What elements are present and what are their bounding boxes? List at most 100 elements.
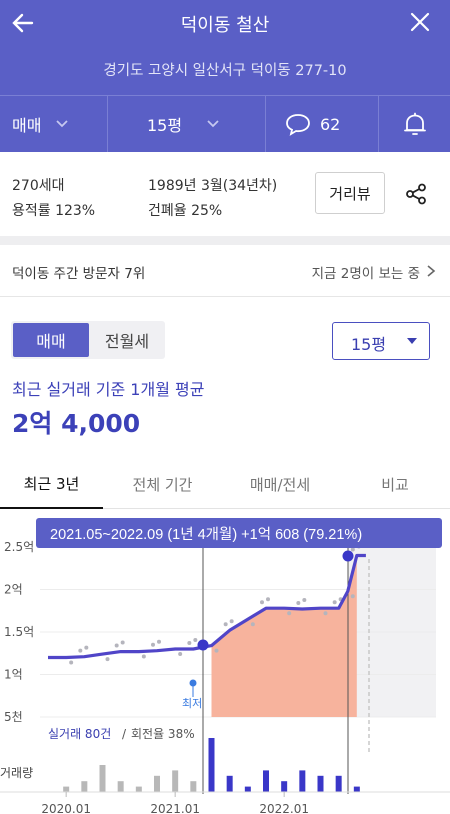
range-tooltip-text: 2021.05~2022.09 (1년 4개월) +1억 608 (79.21%…	[50, 526, 362, 543]
trade-dot	[84, 645, 89, 650]
trade-dot	[214, 648, 219, 653]
area-dropdown[interactable]: 15평	[332, 322, 430, 360]
min-label: 최저	[182, 697, 202, 710]
complex-info: 270세대 용적률 123% 1989년 3월(34년차) 건폐율 25% 거리…	[0, 152, 450, 236]
trade-dot	[260, 600, 264, 605]
trade-dot	[78, 648, 83, 653]
trade-dot	[287, 611, 292, 616]
volume-bar	[190, 781, 197, 792]
chevron-down-icon	[56, 120, 69, 128]
trade-dot	[114, 643, 119, 648]
segment-rent[interactable]: 전월세	[91, 323, 163, 357]
volume-bar	[263, 770, 269, 792]
bell-icon	[404, 112, 426, 135]
x-tick-label: 2020.01	[41, 802, 91, 814]
chevron-right-icon	[427, 265, 436, 277]
end-point	[342, 550, 354, 562]
trade-count: 실거래 80건	[48, 727, 111, 741]
y-tick-label: 5천	[4, 709, 23, 724]
volume-bar	[135, 786, 142, 792]
street-view-button[interactable]: 거리뷰	[315, 172, 385, 214]
visitor-row[interactable]: 덕이동 주간 방문자 7위 지금 2명이 보는 중	[0, 245, 450, 297]
period-tabs: 최근 3년 전체 기간 매매/전세 비교	[0, 459, 450, 509]
households: 270세대	[12, 178, 65, 194]
page-title: 덕이동 철산	[180, 15, 270, 36]
volume-bar	[317, 775, 324, 792]
tab-recent-3y[interactable]: 최근 3년	[0, 459, 103, 509]
price-chart[interactable]: 2.5억 2억 1.5억 1억 5천 최저 2021.05~2022.09 (1년 4개…	[0, 509, 450, 814]
separator	[378, 95, 379, 152]
comment-count: 62	[320, 114, 341, 134]
close-icon[interactable]	[408, 10, 432, 34]
trade-dot	[105, 657, 110, 662]
trade-dot	[193, 638, 198, 642]
caret-down-icon	[407, 338, 417, 344]
section-gap	[0, 236, 450, 245]
trade-dot	[141, 654, 146, 659]
separator	[107, 95, 108, 152]
volume-bar	[172, 770, 179, 792]
volume-bars	[63, 738, 360, 792]
tab-compare[interactable]: 비교	[345, 459, 445, 509]
notification-button[interactable]	[401, 96, 431, 152]
volume-bar	[208, 738, 215, 792]
x-tick-label: 2021.01	[150, 802, 200, 814]
trade-dot	[266, 597, 270, 602]
volume-bar	[299, 770, 306, 792]
viewing-now: 지금 2명이 보는 중	[311, 266, 420, 282]
min-marker-dot	[189, 679, 197, 687]
separator	[265, 95, 266, 152]
floor-area-ratio: 용적률 123%	[12, 203, 96, 219]
turnover-rate: 회전율 38%	[131, 727, 195, 741]
volume-bar	[81, 781, 88, 792]
trade-dot	[332, 600, 337, 605]
y-tick-label: 1억	[4, 668, 23, 682]
volume-bar	[244, 786, 251, 792]
volume-bar	[63, 786, 70, 792]
tab-sale-lease[interactable]: 매매/전세	[225, 459, 335, 509]
volume-bar	[154, 775, 160, 792]
y-tick-label: 1.5억	[4, 625, 34, 639]
deal-type-label: 매매	[12, 116, 42, 135]
coverage-ratio: 건폐율 25%	[148, 203, 223, 219]
visitor-rank: 덕이동 주간 방문자 7위	[12, 266, 146, 282]
average-label: 최근 실거래 기준 1개월 평균	[12, 380, 205, 399]
trade-divider: /	[122, 727, 127, 741]
x-tick-label: 2022.01	[259, 802, 309, 814]
trade-dot	[157, 639, 161, 644]
trade-dot	[350, 594, 355, 599]
area-dropdown-label: 15평	[351, 335, 387, 354]
volume-bar	[353, 786, 360, 792]
trade-dot	[350, 547, 355, 552]
trade-dot	[120, 640, 125, 645]
built-year: 1989년 3월(34년차)	[148, 178, 278, 194]
volume-bar	[335, 775, 342, 792]
tab-all-period[interactable]: 전체 기간	[110, 459, 215, 509]
deal-type-select[interactable]: 매매	[12, 96, 108, 152]
volume-label: 거래량	[0, 766, 33, 780]
segment-sale[interactable]: 매매	[13, 323, 89, 357]
trade-dot	[229, 619, 234, 624]
area-select[interactable]: 15평	[147, 96, 247, 152]
trade-dot	[69, 660, 74, 665]
trade-dot	[250, 622, 255, 627]
trade-dot	[178, 652, 183, 656]
y-tick-label: 2.5억	[4, 540, 34, 554]
chevron-down-icon	[207, 120, 219, 128]
trade-dot	[223, 622, 228, 627]
trade-dot	[302, 598, 307, 603]
address: 경기도 고양시 일산서구 덕이동 277-10	[103, 63, 347, 79]
trade-dot	[296, 601, 301, 606]
deal-segment-control: 매매 전월세	[11, 321, 165, 359]
trade-dot	[187, 641, 192, 645]
comments-button[interactable]: 62	[284, 96, 364, 152]
volume-bar	[99, 765, 106, 792]
share-icon[interactable]	[404, 182, 428, 206]
volume-bar	[117, 781, 124, 792]
trade-dot	[151, 642, 155, 647]
start-point	[197, 639, 209, 651]
gain-area	[211, 555, 357, 717]
y-axis: 2.5억 2억 1.5억 1억 5천	[4, 540, 34, 724]
area-label: 15평	[147, 116, 183, 135]
app-header: 덕이동 철산 경기도 고양시 일산서구 덕이동 277-10 매매 15평 62	[0, 0, 450, 152]
